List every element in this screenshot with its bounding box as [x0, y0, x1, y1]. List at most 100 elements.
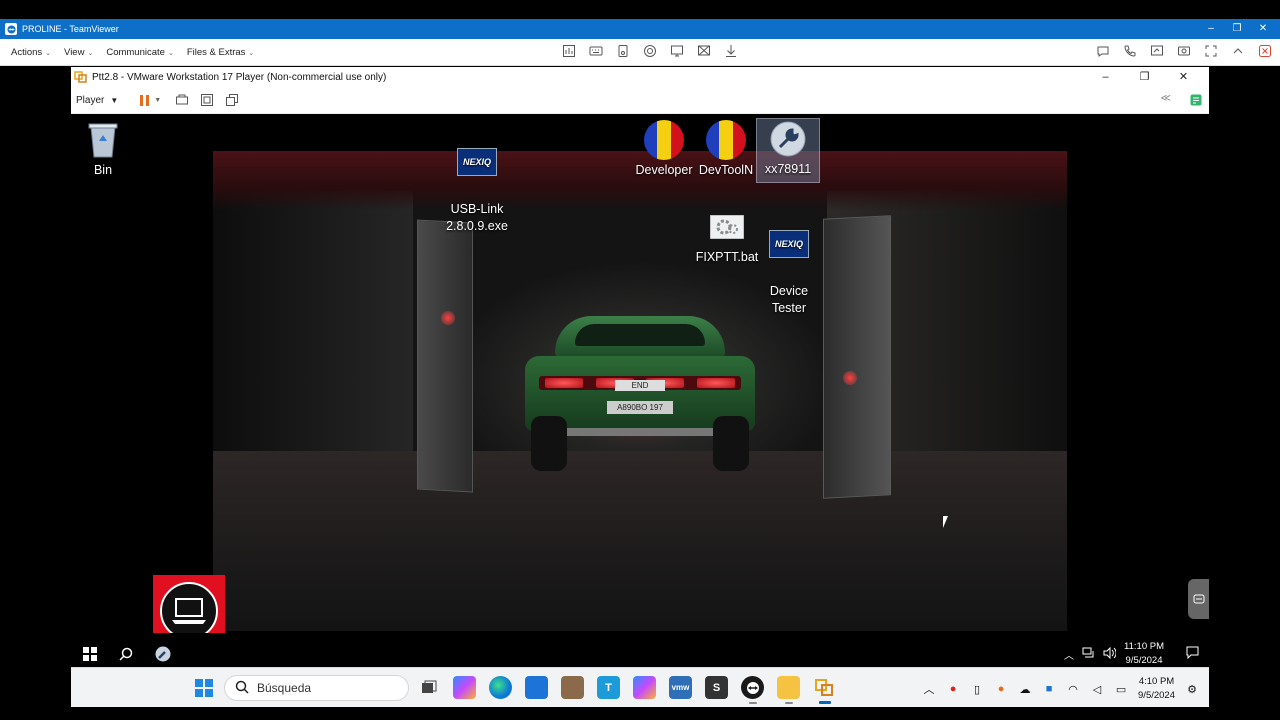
- end-session-icon[interactable]: [1258, 44, 1272, 58]
- chevron-up-icon[interactable]: ︿: [1064, 647, 1074, 662]
- fullscreen-icon[interactable]: [1204, 44, 1218, 58]
- chat-icon[interactable]: [1096, 44, 1110, 58]
- vmware-title: Ptt2.8 - VMware Workstation 17 Player (N…: [92, 71, 387, 83]
- chevron-up-icon[interactable]: [1231, 44, 1245, 58]
- network-icon[interactable]: [1082, 647, 1095, 662]
- chevron-down-icon: ⌄: [248, 49, 255, 57]
- vmware-icon[interactable]: vmw: [669, 676, 692, 699]
- call-icon[interactable]: [1123, 44, 1137, 58]
- vmware-player-icon[interactable]: [813, 676, 836, 704]
- vmware-titlebar: Ptt2.8 - VMware Workstation 17 Player (N…: [71, 67, 1209, 87]
- notes-icon[interactable]: [1189, 93, 1203, 110]
- settings-icon[interactable]: ⚙: [1185, 682, 1199, 696]
- search-icon[interactable]: [119, 647, 133, 666]
- tv-close-button[interactable]: ✕: [1250, 19, 1276, 39]
- notification-icon[interactable]: [1186, 646, 1199, 662]
- screen-share-icon[interactable]: [670, 44, 684, 58]
- chevron-down-icon: ⌄: [87, 49, 94, 57]
- windows-start-icon[interactable]: [83, 647, 97, 666]
- windows-start-icon[interactable]: [195, 679, 213, 702]
- xx78911-shortcut[interactable]: xx78911: [756, 118, 820, 183]
- pause-icon[interactable]: [140, 94, 150, 106]
- player-menu-label: Player: [76, 94, 105, 106]
- license-plate-top: END: [615, 380, 665, 391]
- vmware-window: Ptt2.8 - VMware Workstation 17 Player (N…: [71, 67, 1209, 707]
- chevron-down-icon: ⌄: [45, 49, 52, 57]
- search-placeholder: Búsqueda: [257, 681, 312, 695]
- devtooln-shortcut[interactable]: DevToolN: [691, 120, 761, 179]
- desktop-icon-label: FIXPTT.bat: [695, 250, 759, 264]
- flag-icon: [705, 120, 747, 160]
- record-icon[interactable]: [643, 44, 657, 58]
- guest-clock[interactable]: 11:10 PM 9/5/2024: [1124, 640, 1164, 668]
- car-image: END A890BO 197: [525, 316, 755, 471]
- character-app-icon[interactable]: [561, 676, 584, 699]
- camera-icon[interactable]: [1177, 44, 1191, 58]
- task-view-icon[interactable]: [417, 676, 440, 699]
- chevron-down-icon: ⌄: [167, 49, 174, 57]
- recycle-bin-icon: [82, 120, 124, 160]
- diagnostic-app-icon[interactable]: [155, 646, 171, 667]
- bluetooth-icon[interactable]: ■: [1042, 682, 1056, 696]
- vm-close-button[interactable]: ✕: [1164, 67, 1203, 87]
- menu-communicate[interactable]: Communicate ⌄: [106, 47, 173, 58]
- copilot-app-icon[interactable]: [633, 676, 656, 699]
- desktop-icon-label: Developer: [635, 163, 693, 177]
- device-tester-shortcut[interactable]: NEXIQ Device Tester: [754, 207, 824, 334]
- usb-link-shortcut[interactable]: NEXIQ USB-Link 2.8.0.9.exe: [442, 125, 512, 252]
- teamviewer-icon[interactable]: [741, 676, 764, 704]
- keyboard-icon[interactable]: [589, 44, 603, 58]
- nexiq-icon: NEXIQ: [456, 142, 498, 182]
- dashboard-icon[interactable]: [562, 44, 576, 58]
- teamviewer-menubar: Actions ⌄ View ⌄ Communicate ⌄ Files & Extr…: [0, 39, 1280, 66]
- cloud-off-icon[interactable]: ☁: [1018, 682, 1032, 696]
- recycle-bin-shortcut[interactable]: Bin: [71, 120, 138, 179]
- search-input[interactable]: Búsqueda: [224, 675, 409, 701]
- search-icon: [235, 680, 249, 697]
- host-clock[interactable]: 4:10 PM 9/5/2024: [1138, 675, 1175, 703]
- antivirus-icon[interactable]: ●: [946, 682, 960, 696]
- wifi-icon[interactable]: ◠: [1066, 682, 1080, 696]
- whiteboard-icon[interactable]: [1150, 44, 1164, 58]
- copilot-icon[interactable]: [453, 676, 476, 699]
- guest-desktop[interactable]: END A890BO 197 Bin NEXIQ USB-Link 2.8.0.…: [71, 114, 1209, 680]
- desktop-icon-label: Bin: [93, 163, 113, 177]
- menu-files-extras[interactable]: Files & Extras ⌄: [187, 47, 254, 58]
- unity-icon[interactable]: [225, 93, 239, 107]
- volume-icon[interactable]: [1103, 646, 1117, 662]
- tv-minimize-button[interactable]: –: [1198, 19, 1224, 39]
- collapse-toolbar-icon[interactable]: ≪: [1161, 93, 1171, 110]
- player-menu-button[interactable]: Player ▼: [76, 95, 118, 106]
- send-ctrl-alt-del-icon[interactable]: [175, 93, 189, 107]
- guest-time: 11:10 PM: [1124, 641, 1164, 652]
- volume-icon[interactable]: ◁: [1090, 682, 1104, 696]
- teamviewer-side-tab[interactable]: [1188, 579, 1209, 619]
- fullscreen-icon[interactable]: [200, 93, 214, 107]
- s-app-icon[interactable]: S: [705, 676, 728, 699]
- vmware-toolbar: Player ▼ ▼ ≪: [71, 87, 1209, 114]
- host-date: 9/5/2024: [1138, 690, 1175, 701]
- battery-icon[interactable]: ▭: [1114, 682, 1128, 696]
- vm-minimize-button[interactable]: –: [1086, 67, 1125, 87]
- store-icon[interactable]: [525, 676, 548, 699]
- mouse-cursor: [943, 516, 948, 528]
- developer-shortcut[interactable]: Developer: [629, 120, 699, 179]
- no-screen-icon[interactable]: [697, 44, 711, 58]
- tv-restore-button[interactable]: ❐: [1224, 19, 1250, 39]
- fixptt-shortcut[interactable]: FIXPTT.bat: [692, 207, 762, 266]
- host-time: 4:10 PM: [1138, 676, 1175, 687]
- teams-icon[interactable]: T: [597, 676, 620, 699]
- app-tray-icon[interactable]: ●: [994, 682, 1008, 696]
- edge-icon[interactable]: [489, 676, 512, 699]
- desktop-icon-label: xx78911: [764, 162, 812, 176]
- gears-icon: [706, 207, 748, 247]
- download-icon[interactable]: [724, 44, 738, 58]
- menu-actions[interactable]: Actions ⌄: [11, 47, 51, 58]
- menu-view[interactable]: View ⌄: [64, 47, 93, 58]
- file-explorer-icon[interactable]: [777, 676, 800, 704]
- vm-restore-button[interactable]: ❐: [1125, 67, 1164, 87]
- usb-icon[interactable]: ▯: [970, 682, 984, 696]
- chevron-up-icon[interactable]: ︿: [922, 682, 936, 696]
- remote-device-icon[interactable]: [616, 44, 630, 58]
- dropdown-arrow-icon[interactable]: ▼: [154, 97, 161, 104]
